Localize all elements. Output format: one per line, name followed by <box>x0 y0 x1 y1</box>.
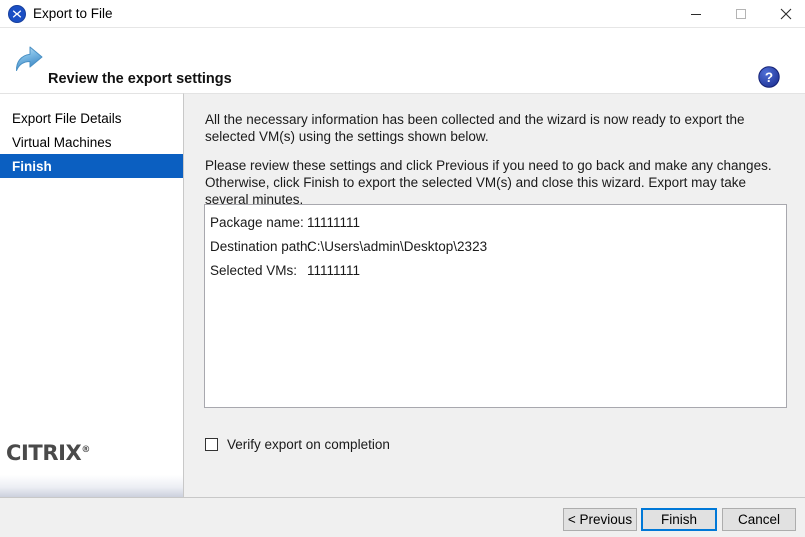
sidebar-item-export-file-details[interactable]: Export File Details <box>0 106 183 130</box>
summary-value: 11111111 <box>307 215 361 230</box>
close-icon <box>780 8 791 20</box>
title-bar: Export to File <box>0 0 805 28</box>
review-paragraph: Please review these settings and click P… <box>205 158 772 207</box>
citrix-logo: CITRIX® <box>6 441 90 465</box>
summary-label: Selected VMs: <box>210 263 298 278</box>
page-title: Review the export settings <box>48 71 232 87</box>
summary-label: Package name: <box>210 215 304 230</box>
sidebar-item-label: Finish <box>12 158 52 174</box>
verify-export-label: Verify export on completion <box>227 437 390 452</box>
export-arrow-icon <box>8 39 48 79</box>
intro-paragraph: All the necessary information has been c… <box>205 112 745 144</box>
finish-button[interactable]: Finish <box>641 508 717 531</box>
close-button[interactable] <box>763 0 805 28</box>
wizard-content: All the necessary information has been c… <box>184 93 805 497</box>
sidebar-item-virtual-machines[interactable]: Virtual Machines <box>0 130 183 154</box>
wizard-footer: < Previous Finish Cancel <box>0 497 805 537</box>
minimize-icon <box>690 14 701 15</box>
verify-export-row[interactable]: Verify export on completion <box>205 437 390 452</box>
previous-button[interactable]: < Previous <box>563 508 637 531</box>
sidebar-gradient <box>0 475 183 497</box>
wizard-sidebar: Export File Details Virtual Machines Fin… <box>0 93 184 497</box>
summary-row-selected-vms: Selected VMs: 11111111 <box>205 262 360 279</box>
citrix-x-icon <box>8 5 26 23</box>
summary-row-package-name: Package name: 11111111 <box>205 214 360 231</box>
summary-value: 11111111 <box>307 263 361 278</box>
svg-text:?: ? <box>765 70 773 85</box>
minimize-button[interactable] <box>673 0 718 28</box>
summary-row-destination-path: Destination path: C:\Users\admin\Desktop… <box>205 238 487 255</box>
export-to-file-dialog: Export to File Review the export setting… <box>0 0 805 537</box>
sidebar-item-label: Virtual Machines <box>12 134 112 150</box>
sidebar-item-label: Export File Details <box>12 110 122 126</box>
wizard-header: Review the export settings ? <box>0 28 805 93</box>
citrix-logo-mark: ® <box>81 445 90 455</box>
cancel-button[interactable]: Cancel <box>722 508 796 531</box>
maximize-button[interactable] <box>718 0 763 28</box>
summary-label: Destination path: <box>210 239 312 254</box>
export-summary-panel: Package name: 11111111 Destination path:… <box>204 204 787 408</box>
summary-value: C:\Users\admin\Desktop\2323 <box>307 239 488 254</box>
sidebar-item-finish[interactable]: Finish <box>0 154 183 178</box>
maximize-icon <box>735 9 746 19</box>
citrix-logo-text: CITRIX <box>6 441 82 465</box>
window-title: Export to File <box>33 6 113 21</box>
help-question-icon[interactable]: ? <box>758 66 781 89</box>
verify-export-checkbox[interactable] <box>205 438 218 451</box>
